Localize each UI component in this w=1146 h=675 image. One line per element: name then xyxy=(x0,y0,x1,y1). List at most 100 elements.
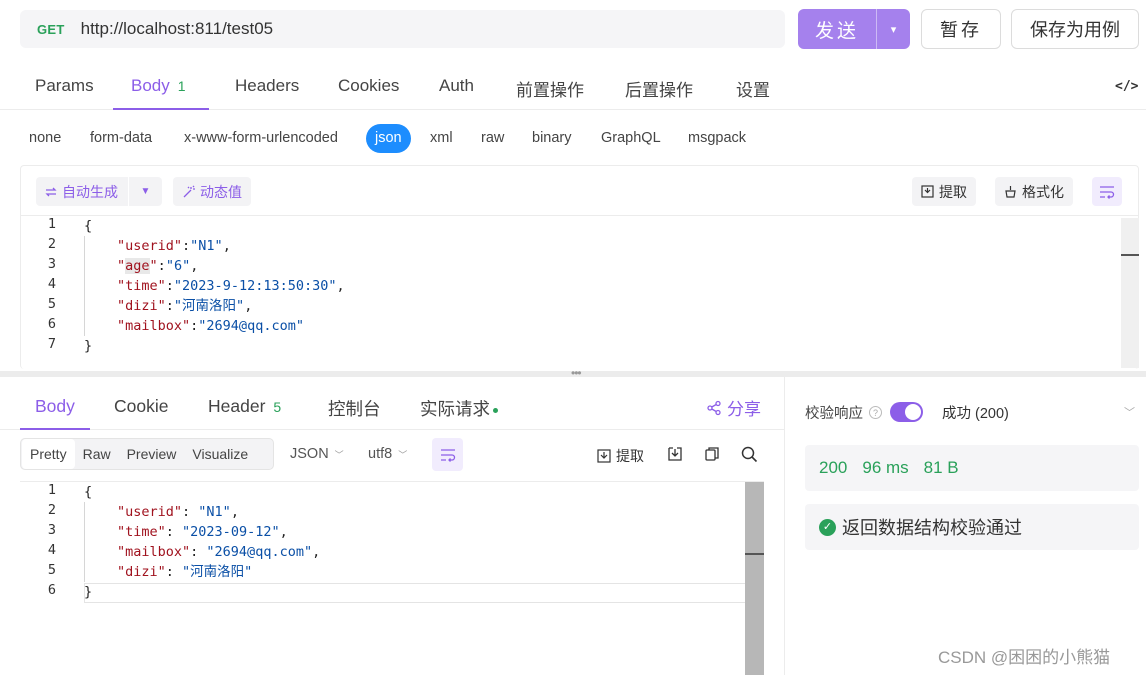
tab-cookies[interactable]: Cookies xyxy=(338,76,399,96)
encoding-select[interactable]: utf8 ﹀ xyxy=(368,446,407,462)
json-comma: , xyxy=(190,258,199,274)
chevron-down-icon[interactable]: ▾ xyxy=(877,23,910,36)
line-number: 6 xyxy=(47,582,56,598)
drag-handle-icon[interactable]: ••• xyxy=(571,366,582,380)
tab-response-header-count: 5 xyxy=(273,399,282,415)
code-icon[interactable]: </> xyxy=(1115,79,1138,94)
response-tabs: Body Cookie Header 5 控制台 实际请求 分享 xyxy=(0,380,784,430)
indent-guide xyxy=(84,236,85,336)
tab-params[interactable]: Params xyxy=(35,76,94,96)
share-button[interactable]: 分享 xyxy=(706,395,761,420)
send-button-label[interactable]: 发送 xyxy=(798,16,876,43)
response-size: 81 B xyxy=(923,458,959,477)
json-key: "time" xyxy=(117,524,166,540)
tab-pre-processors[interactable]: 前置操作 xyxy=(516,76,584,101)
auto-generate-button[interactable]: 自动生成 ▼ xyxy=(36,177,162,206)
view-mode-raw[interactable]: Raw xyxy=(75,439,119,469)
tab-actual-request[interactable]: 实际请求 xyxy=(420,396,498,421)
json-value: "河南洛阳" xyxy=(173,298,245,314)
broom-icon xyxy=(1005,186,1016,198)
json-key: "userid" xyxy=(117,504,183,520)
response-extract-button[interactable]: 提取 xyxy=(597,446,644,466)
format-label: 格式化 xyxy=(1022,183,1064,200)
body-type-graphql[interactable]: GraphQL xyxy=(601,130,661,146)
code-line: "age":"6", xyxy=(117,258,199,274)
code-line: "dizi":"河南洛阳", xyxy=(117,298,253,314)
extract-icon xyxy=(921,185,934,198)
method-select[interactable]: GET xyxy=(37,22,65,37)
json-comma: , xyxy=(312,544,321,560)
validate-response-label: 校验响应 xyxy=(805,405,863,422)
tab-response-body[interactable]: Body xyxy=(35,396,75,417)
auto-generate-label-group: 自动生成 xyxy=(36,182,118,202)
response-stats: 200 96 ms 81 B xyxy=(805,445,1139,491)
status-code: 200 xyxy=(819,458,848,477)
validation-header: 校验响应 ? 成功 (200) ﹀ xyxy=(805,401,1135,423)
save-button[interactable]: 暂存 xyxy=(921,9,1001,49)
request-editor-scrollbar[interactable] xyxy=(1121,218,1139,368)
extract-button[interactable]: 提取 xyxy=(912,177,976,206)
line-number: 3 xyxy=(47,256,56,272)
json-comma: , xyxy=(336,278,345,294)
response-word-wrap-button[interactable] xyxy=(432,438,463,471)
dynamic-value-button[interactable]: 动态值 xyxy=(173,177,251,206)
active-tab-indicator xyxy=(20,428,90,430)
search-button[interactable] xyxy=(741,446,758,463)
code-line: { xyxy=(84,484,93,500)
tab-settings[interactable]: 设置 xyxy=(736,76,770,101)
line-number: 1 xyxy=(47,482,56,498)
scrollbar-thumb[interactable] xyxy=(1121,254,1139,256)
url-text[interactable]: http://localhost:811/test05 xyxy=(81,19,273,39)
url-input[interactable]: GET http://localhost:811/test05 xyxy=(20,10,785,48)
tab-post-processors[interactable]: 后置操作 xyxy=(625,76,693,101)
code-line: "mailbox": "2694@qq.com", xyxy=(117,544,321,560)
format-button[interactable]: 格式化 xyxy=(995,177,1073,206)
json-value: "6" xyxy=(165,258,191,274)
tab-actual-request-label: 实际请求 xyxy=(420,399,490,419)
tab-headers[interactable]: Headers xyxy=(235,76,299,96)
chevron-down-icon[interactable]: ▼ xyxy=(129,186,162,197)
response-scrollbar[interactable] xyxy=(745,482,764,675)
tab-console[interactable]: 控制台 xyxy=(328,396,381,421)
view-mode-segmented: Pretty Raw Preview Visualize xyxy=(20,438,274,470)
body-type-urlencoded[interactable]: x-www-form-urlencoded xyxy=(184,130,338,146)
body-type-binary[interactable]: binary xyxy=(532,130,572,146)
view-mode-preview[interactable]: Preview xyxy=(119,439,185,469)
body-type-xml[interactable]: xml xyxy=(430,130,453,146)
tab-auth[interactable]: Auth xyxy=(439,76,474,96)
code-line: "userid":"N1", xyxy=(117,238,231,254)
format-select[interactable]: JSON ﹀ xyxy=(290,446,344,462)
body-type-raw[interactable]: raw xyxy=(481,130,504,146)
help-icon[interactable]: ? xyxy=(869,405,882,419)
extract-icon xyxy=(597,449,611,463)
chevron-down-icon: ﹀ xyxy=(398,449,408,460)
copy-button[interactable] xyxy=(704,446,720,462)
json-comma: , xyxy=(279,524,288,540)
active-tab-indicator xyxy=(113,108,209,110)
download-button[interactable] xyxy=(667,446,683,462)
scrollbar-thumb[interactable] xyxy=(745,553,764,555)
body-type-json[interactable]: json xyxy=(366,124,411,153)
json-value: "2023-09-12" xyxy=(182,524,280,540)
chevron-down-icon[interactable]: ﹀ xyxy=(1124,404,1135,420)
tab-response-header[interactable]: Header 5 xyxy=(208,396,281,417)
view-mode-visualize[interactable]: Visualize xyxy=(184,439,256,469)
active-line-highlight xyxy=(84,583,763,603)
line-number: 5 xyxy=(47,562,56,578)
body-type-form-data[interactable]: form-data xyxy=(90,130,152,146)
json-comma: , xyxy=(222,238,231,254)
json-value: "河南洛阳" xyxy=(182,564,253,580)
body-type-none[interactable]: none xyxy=(29,130,61,146)
tab-response-cookie[interactable]: Cookie xyxy=(114,396,168,417)
save-as-case-button[interactable]: 保存为用例 xyxy=(1011,9,1139,49)
word-wrap-button[interactable] xyxy=(1092,177,1122,206)
request-url-bar: GET http://localhost:811/test05 发送 ▾ 暂存 … xyxy=(0,0,1146,58)
body-type-msgpack[interactable]: msgpack xyxy=(688,130,746,146)
validate-response-toggle[interactable] xyxy=(890,402,923,422)
json-value: "N1" xyxy=(198,504,231,520)
send-button[interactable]: 发送 ▾ xyxy=(798,9,910,49)
tab-body[interactable]: Body 1 xyxy=(131,76,186,96)
validation-status[interactable]: 成功 (200) xyxy=(942,402,1009,423)
view-mode-pretty[interactable]: Pretty xyxy=(22,439,75,469)
encoding-select-value: utf8 xyxy=(368,446,393,462)
